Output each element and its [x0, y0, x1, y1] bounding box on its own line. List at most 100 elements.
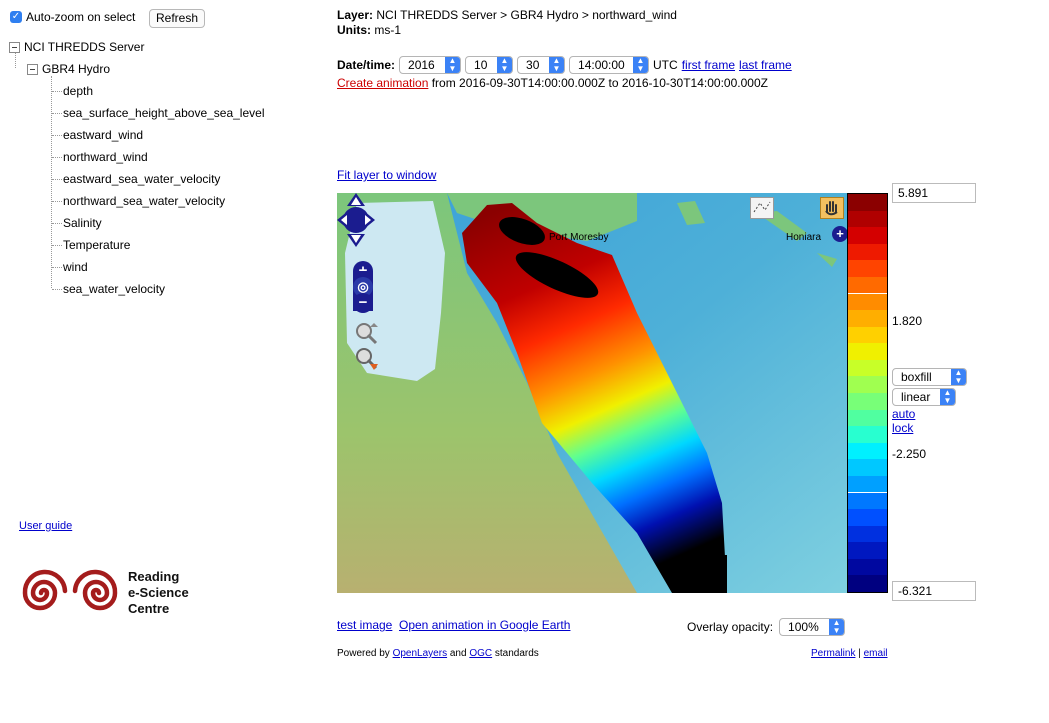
scale-swatch	[848, 393, 887, 410]
scale-swatch	[848, 260, 887, 277]
scale-swatch	[848, 525, 887, 543]
ogc-link[interactable]: OGC	[469, 648, 492, 659]
tree-leaf-label: eastward_wind	[63, 128, 144, 142]
scale-swatch	[848, 359, 887, 377]
tree-leaf-salinity[interactable]: Salinity	[52, 216, 102, 230]
collapse-icon[interactable]	[9, 41, 20, 53]
autozoom-control[interactable]: ✓ Auto-zoom on select	[10, 10, 135, 24]
scale-swatch	[848, 459, 887, 476]
layer-info: Layer: NCI THREDDS Server > GBR4 Hydro >…	[337, 8, 677, 38]
style-select[interactable]: boxfill ▲ ▼	[892, 368, 967, 386]
tree-leaf-depth[interactable]: depth	[52, 84, 93, 98]
auto-scale-link[interactable]: auto	[892, 407, 915, 421]
autozoom-checkbox[interactable]: ✓	[10, 11, 22, 23]
tree-leaf-label: Salinity	[63, 216, 102, 230]
scale-swatch	[848, 426, 887, 443]
fit-layer-link[interactable]: Fit layer to window	[337, 168, 436, 182]
tree-leaf-eastward-velocity[interactable]: eastward_sea_water_velocity	[52, 172, 220, 186]
scaling-select[interactable]: linear ▲ ▼	[892, 388, 956, 406]
year-select[interactable]: 2016 ▲ ▼	[399, 56, 462, 74]
openlayers-link[interactable]: OpenLayers	[393, 648, 447, 659]
tree-node-root-label: NCI THREDDS Server	[24, 40, 145, 54]
day-select[interactable]: 30 ▲ ▼	[517, 56, 566, 74]
logo-text-3: Centre	[128, 601, 170, 616]
email-link[interactable]: email	[864, 648, 888, 659]
resc-logo: Reading e-Science Centre	[18, 567, 189, 619]
layer-label: Layer:	[337, 8, 374, 22]
create-animation-link[interactable]: Create animation	[337, 76, 428, 90]
scale-swatch	[848, 575, 887, 592]
scale-swatch	[848, 194, 887, 211]
scale-swatch	[848, 293, 887, 311]
tree-leaf-label: depth	[63, 84, 94, 98]
powered-by: Powered by OpenLayers and OGC standards	[337, 648, 539, 659]
scale-swatch	[848, 243, 887, 261]
datetime-row: Date/time: 2016 ▲ ▼ 10 ▲ ▼ 30 ▲ ▼ 14:00:00 ▲ ▼ U…	[337, 56, 792, 74]
chevron-updown-icon: ▲ ▼	[445, 57, 461, 73]
scale-swatch	[848, 227, 887, 244]
tree-node-gbr4[interactable]: GBR4 Hydro	[27, 62, 110, 76]
map-view[interactable]: + ◎ − + Port Moresby Honiara	[337, 193, 847, 593]
month-select[interactable]: 10 ▲ ▼	[465, 56, 514, 74]
logo-text-1: Reading	[128, 569, 180, 584]
lock-scale-link[interactable]: lock	[892, 421, 913, 435]
scale-swatch	[848, 210, 887, 228]
day-value: 30	[526, 58, 540, 72]
layer-switcher-button[interactable]: +	[832, 226, 847, 242]
scale-max-input[interactable]	[892, 183, 976, 203]
tree-leaf-northward-wind[interactable]: northward_wind	[52, 150, 148, 164]
refresh-button[interactable]: Refresh	[149, 9, 206, 28]
tree-leaf-eastward-wind[interactable]: eastward_wind	[52, 128, 143, 142]
scale-swatch	[848, 326, 887, 344]
opacity-select[interactable]: 100% ▲ ▼	[779, 618, 846, 636]
collapse-icon[interactable]	[27, 63, 38, 75]
permalink-link[interactable]: Permalink	[811, 648, 855, 659]
units-value: ms-1	[374, 23, 402, 37]
google-earth-link[interactable]: Open animation in Google Earth	[399, 618, 570, 632]
scale-swatch	[848, 376, 887, 393]
pan-hand-icon[interactable]	[820, 197, 844, 219]
tree-leaf-wind[interactable]: wind	[52, 260, 88, 274]
tree-leaf-label: Temperature	[63, 238, 131, 252]
pan-control[interactable]	[337, 193, 375, 247]
user-guide-link[interactable]: User guide	[19, 520, 72, 532]
tree-leaf-temperature[interactable]: Temperature	[52, 238, 130, 252]
scale-swatch	[848, 310, 887, 327]
draw-path-icon[interactable]	[750, 197, 774, 219]
last-frame-link[interactable]: last frame	[739, 58, 792, 72]
scale-swatch	[848, 558, 887, 576]
autozoom-label: Auto-zoom on select	[26, 10, 136, 24]
map-canvas[interactable]	[337, 193, 847, 593]
units-label: Units:	[337, 23, 371, 37]
chevron-updown-icon: ▲ ▼	[549, 57, 565, 73]
colour-scale-bar	[847, 193, 888, 593]
tree-leaf-sea-water-velocity[interactable]: sea_water_velocity	[52, 282, 165, 296]
time-select[interactable]: 14:00:00 ▲ ▼	[569, 56, 650, 74]
animation-row: Create animation from 2016-09-30T14:00:0…	[337, 76, 768, 90]
tree-node-gbr4-label: GBR4 Hydro	[42, 62, 111, 76]
utc-label: UTC	[653, 58, 678, 72]
layer-path: NCI THREDDS Server > GBR4 Hydro > northw…	[376, 8, 677, 22]
scaling-value: linear	[901, 390, 931, 404]
test-image-link[interactable]: test image	[337, 618, 392, 632]
zoom-previous-icon[interactable]	[354, 321, 380, 347]
scale-min-input[interactable]	[892, 581, 976, 601]
separator: |	[855, 648, 864, 659]
animation-range: from 2016-09-30T14:00:00.000Z to 2016-10…	[428, 76, 768, 90]
zoom-next-icon[interactable]	[354, 346, 380, 372]
tree-leaf-label: eastward_sea_water_velocity	[63, 172, 221, 186]
time-value: 14:00:00	[578, 58, 625, 72]
scale-swatch	[848, 442, 887, 460]
spiral-logo-icon	[22, 569, 118, 611]
tree-node-root[interactable]: NCI THREDDS Server	[9, 40, 144, 54]
scale-swatch	[848, 276, 887, 294]
scale-swatch	[848, 343, 887, 360]
opacity-label: Overlay opacity:	[687, 620, 774, 634]
tree-leaf-northward-velocity[interactable]: northward_sea_water_velocity	[52, 194, 225, 208]
tree-leaf-label: wind	[63, 260, 88, 274]
tree-leaf-ssh[interactable]: sea_surface_height_above_sea_level	[52, 106, 265, 120]
first-frame-link[interactable]: first frame	[682, 58, 735, 72]
zoom-out-button[interactable]: −	[353, 293, 373, 313]
scale-mid-low-label: -2.250	[892, 447, 927, 461]
map-label-port-moresby: Port Moresby	[549, 232, 609, 243]
